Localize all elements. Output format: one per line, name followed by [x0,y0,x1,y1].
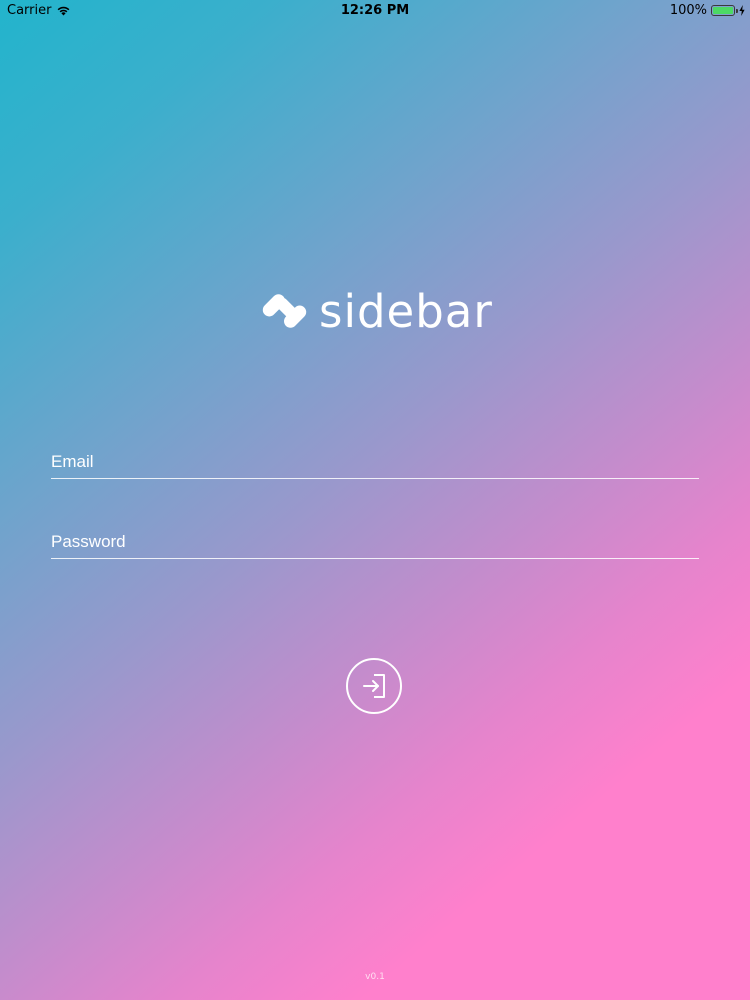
status-bar: Carrier 12:26 PM 100% [0,0,750,22]
charging-bolt-icon [739,5,745,16]
login-screen: Carrier 12:26 PM 100% sidebar Email v0.1 [0,0,750,1000]
app-logo: sidebar [262,283,493,339]
sign-in-icon [363,674,385,698]
battery-indicator: 100% [670,3,745,18]
email-field-container [51,446,699,479]
password-field[interactable] [51,526,699,558]
battery-cap [736,9,738,13]
email-field[interactable] [51,446,699,478]
battery-icon [711,5,738,16]
password-field-container [51,526,699,559]
sidebar-logo-icon [262,294,307,328]
status-time: 12:26 PM [340,3,410,18]
version-label: v0.1 [365,972,385,982]
login-button[interactable] [346,658,402,714]
battery-level-fill [713,7,733,14]
logo-wordmark: sidebar [319,284,493,338]
battery-percent: 100% [669,3,707,18]
